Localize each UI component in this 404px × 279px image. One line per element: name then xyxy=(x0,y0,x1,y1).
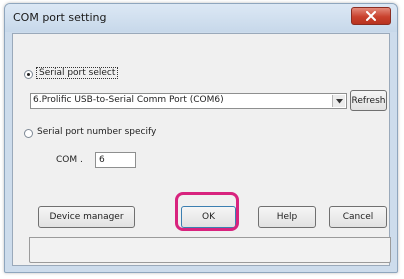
serial-port-number-radio[interactable] xyxy=(24,129,33,138)
dropdown-arrow[interactable] xyxy=(332,95,345,107)
com-label: COM . xyxy=(56,155,83,165)
com-number-input[interactable]: 6 xyxy=(95,152,136,168)
serial-port-select-label[interactable]: Serial port select xyxy=(35,67,119,79)
serial-port-select-radio[interactable] xyxy=(24,70,33,79)
com-port-setting-dialog: COM port setting Serial port select 6.Pr… xyxy=(4,3,398,273)
cancel-button[interactable]: Cancel xyxy=(329,206,387,228)
refresh-button[interactable]: Refresh xyxy=(350,90,387,111)
serial-port-number-label: Serial port number specify xyxy=(37,127,157,137)
serial-port-dropdown-value: 6.Prolific USB-to-Serial Comm Port (COM6… xyxy=(33,95,224,105)
close-icon xyxy=(366,11,376,21)
chevron-down-icon xyxy=(335,98,343,103)
title-bar: COM port setting xyxy=(5,4,397,32)
status-bar xyxy=(29,237,391,263)
window-title: COM port setting xyxy=(13,11,107,24)
close-button[interactable] xyxy=(351,7,391,25)
help-button[interactable]: Help xyxy=(258,206,316,228)
serial-port-dropdown[interactable]: 6.Prolific USB-to-Serial Comm Port (COM6… xyxy=(30,93,347,109)
device-manager-button[interactable]: Device manager xyxy=(38,206,135,228)
dialog-body: Serial port select 6.Prolific USB-to-Ser… xyxy=(12,33,390,266)
ok-highlight-annotation xyxy=(175,192,239,231)
